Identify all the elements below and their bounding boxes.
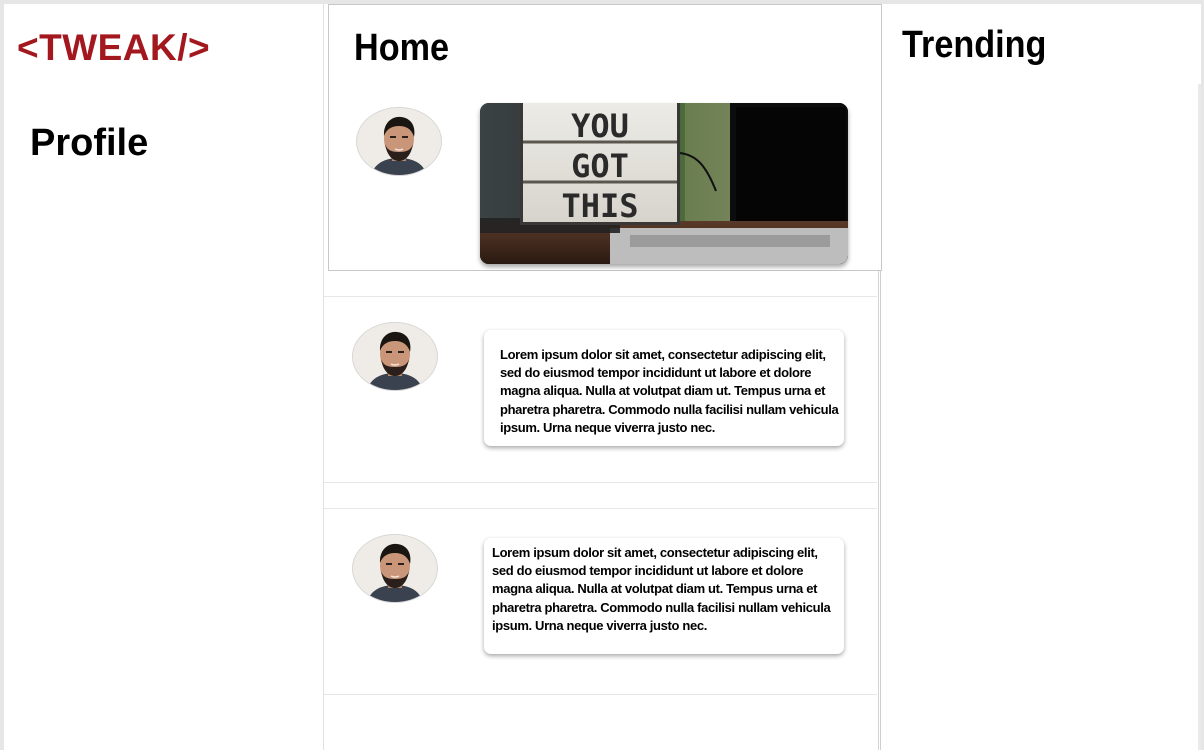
avatar[interactable] bbox=[356, 107, 442, 176]
avatar[interactable] bbox=[352, 534, 438, 603]
feed-post[interactable]: YOU GOT THIS bbox=[328, 86, 882, 271]
home-feed: Home YOU GOT THIS Lorem ipsum dolor sit … bbox=[324, 4, 882, 750]
trending-title: Trending bbox=[902, 24, 1047, 66]
panel-edge bbox=[1198, 84, 1201, 750]
feed-post[interactable]: Lorem ipsum dolor sit amet, consectetur … bbox=[324, 296, 877, 483]
post-body: Lorem ipsum dolor sit amet, consectetur … bbox=[500, 347, 839, 435]
image-caption-line: YOU bbox=[571, 107, 629, 145]
trending-panel: Trending bbox=[880, 4, 1201, 750]
feed-post[interactable]: Lorem ipsum dolor sit amet, consectetur … bbox=[324, 508, 877, 695]
image-caption-line: THIS bbox=[561, 187, 638, 225]
post-body: Lorem ipsum dolor sit amet, consectetur … bbox=[492, 545, 831, 633]
tweak-logo[interactable]: <TWEAK/> bbox=[17, 26, 210, 70]
image-caption-line: GOT bbox=[571, 147, 629, 185]
post-text-card[interactable]: Lorem ipsum dolor sit amet, consectetur … bbox=[484, 538, 844, 654]
app-frame: <TWEAK/> Profile Home YOU GOT THIS Lorem… bbox=[4, 4, 1201, 750]
page-title: Home bbox=[354, 27, 450, 69]
profile-link[interactable]: Profile bbox=[30, 120, 148, 166]
left-sidebar: <TWEAK/> Profile bbox=[4, 4, 324, 750]
post-text-card[interactable]: Lorem ipsum dolor sit amet, consectetur … bbox=[484, 330, 844, 446]
post-image[interactable]: YOU GOT THIS bbox=[480, 103, 848, 264]
avatar[interactable] bbox=[352, 322, 438, 391]
feed-header: Home bbox=[328, 4, 882, 87]
